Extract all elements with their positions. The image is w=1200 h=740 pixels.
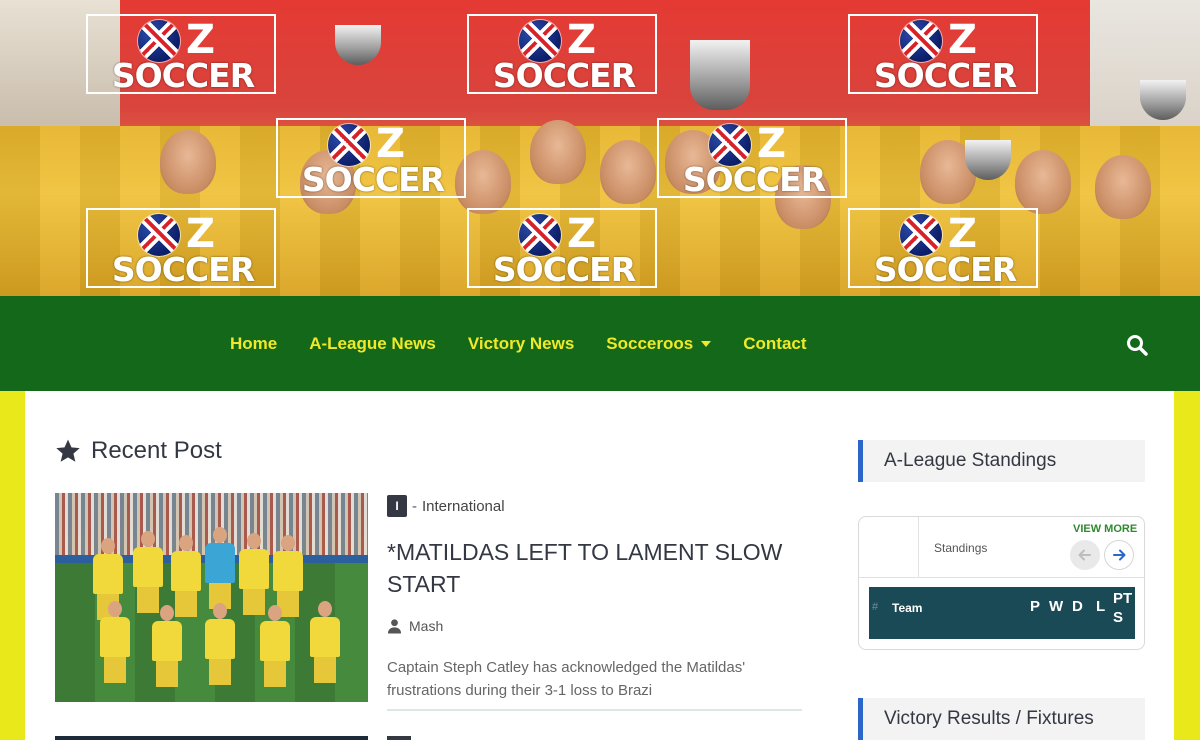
player: [310, 601, 340, 683]
post-excerpt: Captain Steph Catley has acknowledged th…: [387, 659, 746, 699]
logo-word: SOCCER: [873, 56, 1017, 95]
logo-word: SOCCER: [492, 250, 636, 289]
widget-title: Victory Results / Fixtures: [884, 708, 1094, 729]
player: [239, 533, 269, 615]
arrow-left-icon: [1078, 549, 1091, 561]
widget-title: A-League Standings: [884, 450, 1057, 471]
nav-item-label: Socceroos: [606, 333, 694, 353]
nav-item-label: A-League News: [309, 333, 436, 353]
nav-item-socceroos[interactable]: Socceroos: [606, 333, 712, 354]
player-head: [530, 120, 586, 184]
oz-soccer-logo: Z SOCCER: [848, 14, 1038, 94]
oz-soccer-logo: Z SOCCER: [276, 118, 466, 198]
post-thumbnail[interactable]: [55, 493, 368, 702]
logo-word: SOCCER: [111, 56, 255, 95]
logo-word: SOCCER: [873, 250, 1017, 289]
standings-widget: Standings VIEW MORE # Team P W D L PTS: [858, 516, 1145, 650]
caret-down-icon: [701, 340, 712, 347]
nav-item-a-league-news[interactable]: A-League News: [309, 334, 436, 354]
column-won: W: [1049, 598, 1064, 615]
oz-soccer-logo: Z SOCCER: [86, 208, 276, 288]
player: [152, 605, 182, 687]
section-title: Recent Post: [91, 437, 222, 464]
category-separator: -: [412, 497, 417, 515]
logo-word: SOCCER: [682, 160, 826, 199]
author-name[interactable]: Mash: [409, 618, 443, 634]
user-icon: [387, 619, 402, 634]
logo-word: SOCCER: [301, 160, 445, 199]
player: [205, 527, 235, 609]
player: [133, 531, 163, 613]
player-head: [600, 140, 656, 204]
post-title[interactable]: *MATILDAS LEFT TO LAMENT SLOW START: [387, 536, 807, 600]
divider: [918, 517, 919, 577]
nav-item-label: Victory News: [467, 333, 575, 353]
player-head: [160, 130, 216, 194]
view-more-link[interactable]: VIEW MORE: [1073, 523, 1137, 535]
nav-item-home[interactable]: Home: [230, 334, 277, 354]
next-post-category-badge: [387, 736, 411, 740]
post-divider: [387, 709, 802, 711]
oz-soccer-logo: Z SOCCER: [467, 14, 657, 94]
category-link[interactable]: International: [422, 498, 505, 515]
divider: [859, 577, 1144, 578]
search-icon[interactable]: [1126, 334, 1148, 356]
arrow-right-icon: [1113, 549, 1126, 561]
column-points: PTS: [1113, 590, 1133, 626]
nav-menu: Home A-League News Victory News Socceroo…: [230, 296, 839, 391]
main-navigation: Home A-League News Victory News Socceroo…: [0, 296, 1200, 391]
nav-item-contact[interactable]: Contact: [743, 334, 806, 354]
standings-table-header: # Team P W D L PTS: [869, 587, 1135, 639]
nav-item-label: Contact: [743, 333, 807, 353]
results-widget-header: Victory Results / Fixtures: [858, 698, 1145, 740]
column-drawn: D: [1072, 598, 1083, 615]
oz-soccer-logo: Z SOCCER: [86, 14, 276, 94]
post-author: Mash: [387, 618, 443, 634]
player: [205, 603, 235, 685]
nav-item-label: Home: [230, 333, 278, 353]
next-button[interactable]: [1104, 540, 1134, 570]
column-team: Team: [892, 601, 923, 615]
player-head: [1015, 150, 1071, 214]
recent-post-heading: Recent Post: [55, 436, 222, 466]
logo-word: SOCCER: [111, 250, 255, 289]
trophy: [690, 40, 750, 110]
oz-soccer-logo: Z SOCCER: [657, 118, 847, 198]
standings-widget-header: A-League Standings: [858, 440, 1145, 482]
star-icon: [56, 439, 80, 462]
player-head: [1095, 155, 1151, 219]
column-lost: L: [1096, 598, 1106, 615]
category-badge: I: [387, 495, 407, 517]
nav-item-victory-news[interactable]: Victory News: [468, 334, 574, 354]
prev-button[interactable]: [1070, 540, 1100, 570]
oz-soccer-logo: Z SOCCER: [848, 208, 1038, 288]
oz-soccer-logo: Z SOCCER: [467, 208, 657, 288]
logo-word: SOCCER: [492, 56, 636, 95]
post-category: I - International: [387, 495, 505, 517]
standings-label: Standings: [934, 541, 988, 555]
column-rank: #: [872, 601, 879, 613]
player: [260, 605, 290, 687]
player: [100, 601, 130, 683]
header-banner: Z SOCCER Z SOCCER Z SOCCER Z SOCCER Z SO…: [0, 0, 1200, 296]
next-post-thumbnail[interactable]: [55, 736, 368, 740]
column-played: P: [1030, 598, 1041, 615]
